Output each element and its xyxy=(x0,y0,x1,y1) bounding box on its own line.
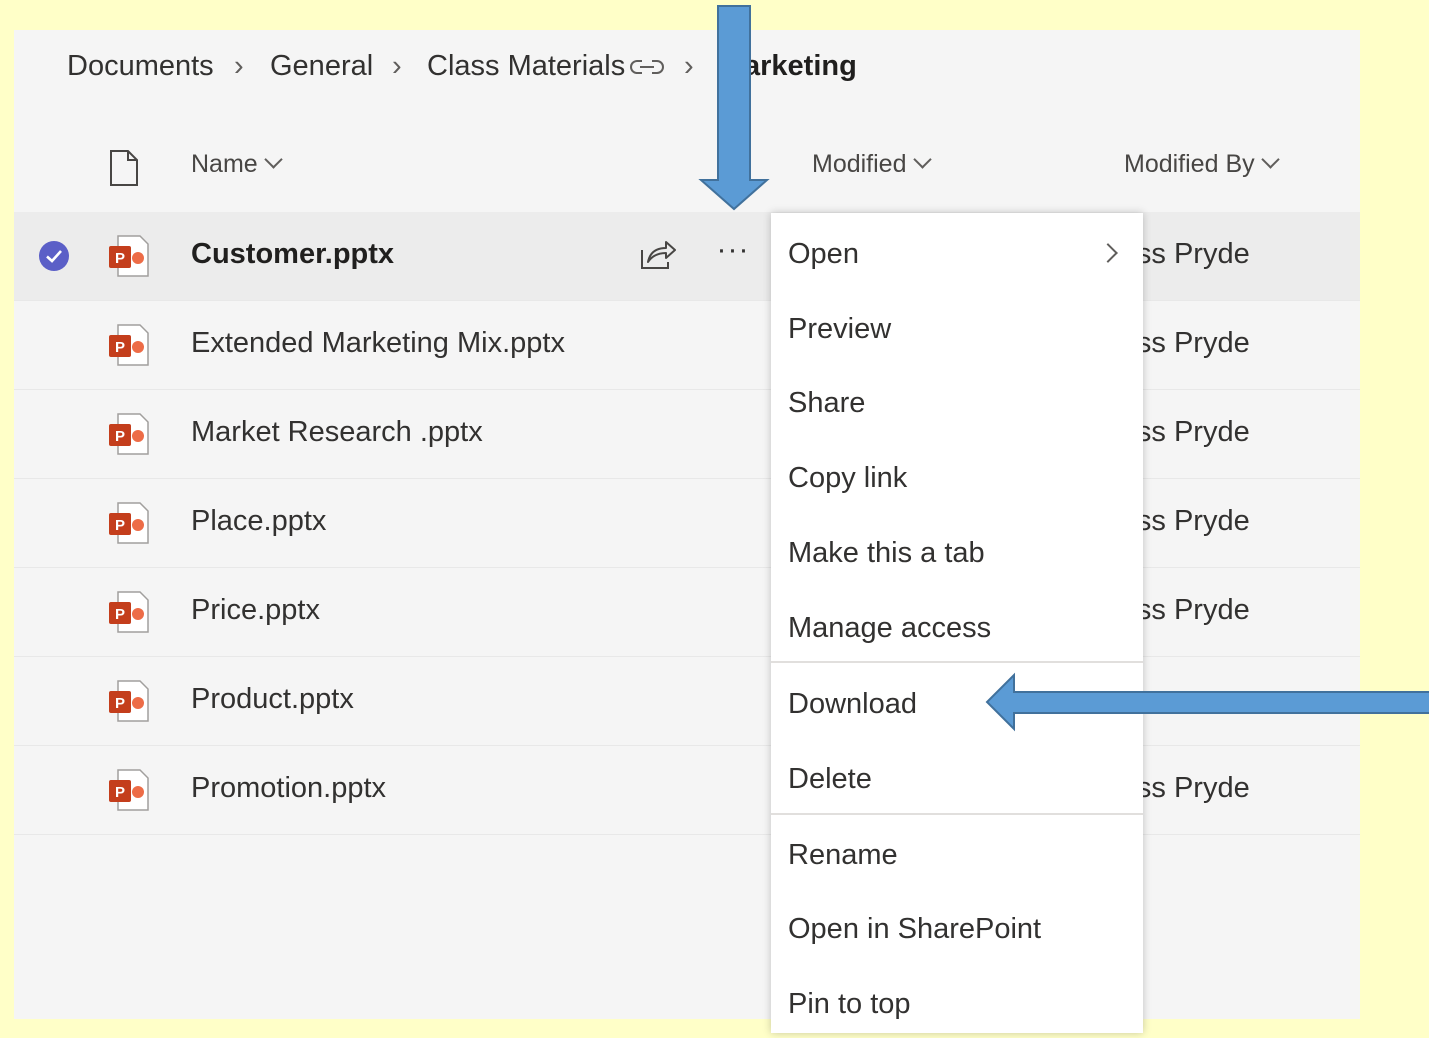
files-panel: Documents › General › Class Materials › … xyxy=(14,30,1360,1019)
file-name[interactable]: Product.pptx xyxy=(191,683,354,716)
file-name[interactable]: Customer.pptx xyxy=(191,238,394,271)
svg-text:P: P xyxy=(115,428,125,445)
file-name[interactable]: Price.pptx xyxy=(191,594,320,627)
table-row[interactable]: P Customer.pptx ··· liss Pryde xyxy=(14,212,1360,301)
table-row[interactable]: P Market Research .pptx liss Pryde xyxy=(14,390,1360,479)
menu-item-rename[interactable]: Rename xyxy=(771,819,1143,889)
share-icon[interactable] xyxy=(638,236,678,272)
context-menu: Open Preview Share Copy link Make this a… xyxy=(771,213,1143,1033)
breadcrumb: Documents › General › Class Materials › … xyxy=(14,30,1360,110)
menu-item-label: Open xyxy=(788,238,859,270)
menu-item-copy-link[interactable]: Copy link xyxy=(771,442,1143,512)
menu-item-manage-access[interactable]: Manage access xyxy=(771,592,1143,662)
down-arrow-icon xyxy=(698,5,770,211)
menu-item-share[interactable]: Share xyxy=(771,367,1143,437)
more-icon[interactable]: ··· xyxy=(708,230,758,280)
svg-text:P: P xyxy=(115,784,125,801)
column-header-name[interactable]: Name xyxy=(191,150,283,179)
check-circle-icon[interactable] xyxy=(38,240,70,272)
powerpoint-file-icon: P xyxy=(109,591,149,633)
breadcrumb-chevron-icon: › xyxy=(234,50,244,82)
menu-item-label: Preview xyxy=(788,313,892,345)
svg-text:P: P xyxy=(115,517,125,534)
table-row[interactable]: P Extended Marketing Mix.pptx liss Pryde xyxy=(14,301,1360,390)
column-modified-by-label: Modified By xyxy=(1124,150,1255,178)
column-header: Name Modified Modified By xyxy=(14,140,1360,210)
breadcrumb-chevron-icon: › xyxy=(392,50,402,82)
menu-item-label: Pin to top xyxy=(788,988,911,1020)
file-name[interactable]: Extended Marketing Mix.pptx xyxy=(191,327,565,360)
chevron-right-icon xyxy=(1098,243,1118,263)
table-row[interactable]: P Promotion.pptx liss Pryde xyxy=(14,746,1360,835)
file-name[interactable]: Place.pptx xyxy=(191,505,326,538)
table-row[interactable]: P Place.pptx liss Pryde xyxy=(14,479,1360,568)
chevron-down-icon xyxy=(1260,150,1280,169)
powerpoint-file-icon: P xyxy=(109,413,149,455)
menu-item-open-in-sharepoint[interactable]: Open in SharePoint xyxy=(771,893,1143,963)
powerpoint-file-icon: P xyxy=(109,769,149,811)
powerpoint-file-icon: P xyxy=(109,235,149,277)
column-header-modified[interactable]: Modified xyxy=(812,150,932,179)
menu-item-delete[interactable]: Delete xyxy=(771,743,1143,813)
breadcrumb-class-materials[interactable]: Class Materials xyxy=(427,50,625,83)
file-name[interactable]: Promotion.pptx xyxy=(191,772,386,805)
menu-item-label: Delete xyxy=(788,763,872,795)
powerpoint-file-icon: P xyxy=(109,680,149,722)
menu-divider xyxy=(771,813,1143,815)
menu-item-label: Make this a tab xyxy=(788,537,985,569)
menu-item-label: Download xyxy=(788,688,917,720)
left-arrow-icon xyxy=(985,672,1429,732)
svg-text:P: P xyxy=(115,250,125,267)
menu-item-label: Open in SharePoint xyxy=(788,913,1042,945)
breadcrumb-general[interactable]: General xyxy=(270,50,373,83)
chevron-down-icon xyxy=(912,150,932,169)
chevron-down-icon xyxy=(263,150,283,169)
file-name[interactable]: Market Research .pptx xyxy=(191,416,483,449)
powerpoint-file-icon: P xyxy=(109,502,149,544)
link-icon xyxy=(630,60,664,74)
column-name-label: Name xyxy=(191,150,258,178)
menu-item-label: Copy link xyxy=(788,462,908,494)
menu-divider xyxy=(771,661,1143,663)
column-modified-label: Modified xyxy=(812,150,907,178)
column-header-modified-by[interactable]: Modified By xyxy=(1124,150,1280,179)
menu-item-label: Manage access xyxy=(788,612,992,644)
svg-text:P: P xyxy=(115,606,125,623)
svg-text:P: P xyxy=(115,339,125,356)
menu-item-label: Rename xyxy=(788,839,898,871)
breadcrumb-documents[interactable]: Documents xyxy=(67,50,214,83)
breadcrumb-chevron-icon: › xyxy=(684,50,694,82)
menu-item-pin-to-top[interactable]: Pin to top xyxy=(771,968,1143,1038)
table-row[interactable]: P Price.pptx liss Pryde xyxy=(14,568,1360,657)
powerpoint-file-icon: P xyxy=(109,324,149,366)
file-type-icon[interactable] xyxy=(109,150,139,186)
menu-item-make-tab[interactable]: Make this a tab xyxy=(771,517,1143,587)
menu-item-open[interactable]: Open xyxy=(771,218,1143,288)
svg-text:P: P xyxy=(115,695,125,712)
menu-item-preview[interactable]: Preview xyxy=(771,293,1143,363)
menu-item-label: Share xyxy=(788,387,866,419)
